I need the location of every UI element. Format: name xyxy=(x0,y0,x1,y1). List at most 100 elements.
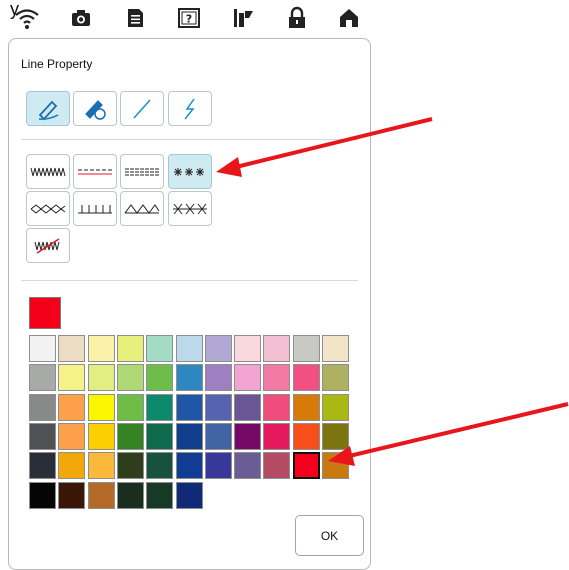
annotation-arrow xyxy=(344,402,569,459)
color-swatch[interactable] xyxy=(234,335,262,362)
diamond-stitch-icon xyxy=(30,203,66,214)
color-swatch[interactable] xyxy=(204,422,232,450)
color-swatch[interactable] xyxy=(116,481,144,509)
color-swatch[interactable] xyxy=(58,335,86,362)
color-swatch[interactable] xyxy=(175,364,203,392)
blanket-stitch-button[interactable] xyxy=(73,191,117,226)
color-swatch[interactable] xyxy=(116,364,144,392)
svg-text:?: ? xyxy=(186,13,192,26)
color-swatch[interactable] xyxy=(292,364,320,392)
color-swatch[interactable] xyxy=(29,452,56,480)
color-swatch[interactable] xyxy=(175,393,203,421)
color-swatch[interactable] xyxy=(87,364,115,392)
color-swatch[interactable] xyxy=(116,452,144,480)
color-swatch[interactable] xyxy=(58,422,86,450)
color-swatch[interactable] xyxy=(87,422,115,450)
color-swatch[interactable] xyxy=(116,335,144,362)
color-swatch[interactable] xyxy=(146,481,174,509)
home-icon[interactable] xyxy=(336,5,362,31)
color-swatch[interactable] xyxy=(29,364,56,392)
embroidery-icon[interactable] xyxy=(230,5,256,31)
pen-circle-icon xyxy=(85,99,106,120)
star-stitch-button[interactable] xyxy=(168,154,212,189)
color-swatch[interactable] xyxy=(58,481,86,509)
zigzag-line-icon xyxy=(184,98,195,119)
color-swatch[interactable] xyxy=(175,422,203,450)
running-stitch-icon xyxy=(78,169,112,174)
cross-stitch-button[interactable] xyxy=(168,191,212,226)
color-swatch[interactable] xyxy=(322,393,349,421)
color-swatch[interactable] xyxy=(146,393,174,421)
current-color-swatch xyxy=(29,297,61,329)
color-swatch[interactable] xyxy=(175,335,203,362)
running-stitch-button[interactable] xyxy=(73,154,117,189)
color-swatch[interactable] xyxy=(175,481,203,509)
color-swatch[interactable] xyxy=(234,393,262,421)
straight-line-tool-button[interactable] xyxy=(120,91,164,126)
help-icon[interactable]: ? xyxy=(176,5,202,31)
color-swatch[interactable] xyxy=(146,364,174,392)
no-stitch-button[interactable] xyxy=(26,228,70,263)
pen-circle-tool-button[interactable] xyxy=(73,91,117,126)
color-swatch[interactable] xyxy=(234,452,262,480)
color-swatch[interactable] xyxy=(263,364,291,392)
color-swatch[interactable] xyxy=(146,452,174,480)
camera-icon[interactable] xyxy=(68,5,94,31)
divider xyxy=(21,280,358,281)
color-swatch[interactable] xyxy=(292,393,320,421)
color-swatch[interactable] xyxy=(263,335,291,362)
triple-stitch-button[interactable] xyxy=(120,154,164,189)
color-swatch[interactable] xyxy=(29,422,56,450)
color-swatch[interactable] xyxy=(87,481,115,509)
blanket-stitch-icon xyxy=(78,204,112,213)
color-swatch[interactable] xyxy=(116,422,144,450)
color-swatch[interactable] xyxy=(292,452,320,480)
color-swatch[interactable] xyxy=(322,452,349,480)
color-swatch[interactable] xyxy=(234,364,262,392)
color-swatch[interactable] xyxy=(322,364,349,392)
dialog-title: Line Property xyxy=(21,57,93,71)
color-swatch[interactable] xyxy=(263,452,291,480)
color-swatch[interactable] xyxy=(116,393,144,421)
triangle-stitch-button[interactable] xyxy=(120,191,164,226)
color-swatch[interactable] xyxy=(29,481,56,509)
pen-icon xyxy=(38,100,59,120)
color-swatch[interactable] xyxy=(292,422,320,450)
color-swatch[interactable] xyxy=(146,335,174,362)
divider xyxy=(21,139,358,140)
color-swatch[interactable] xyxy=(234,422,262,450)
color-swatch[interactable] xyxy=(29,335,56,362)
zigzag-stitch-button[interactable] xyxy=(26,154,70,189)
color-swatch[interactable] xyxy=(322,335,349,362)
color-swatch[interactable] xyxy=(146,422,174,450)
color-swatch[interactable] xyxy=(263,393,291,421)
color-swatch[interactable] xyxy=(87,393,115,421)
wifi-icon[interactable] xyxy=(14,5,40,31)
document-icon[interactable] xyxy=(122,5,148,31)
color-swatch[interactable] xyxy=(29,393,56,421)
ok-button[interactable]: OK xyxy=(295,515,364,556)
color-swatch[interactable] xyxy=(292,335,320,362)
color-swatch[interactable] xyxy=(87,452,115,480)
lock-icon[interactable] xyxy=(284,5,310,31)
color-swatch[interactable] xyxy=(58,393,86,421)
star-stitch-icon xyxy=(174,167,204,176)
color-swatch[interactable] xyxy=(322,422,349,450)
pen-tool-button[interactable] xyxy=(26,91,70,126)
zigzag-stitch-icon xyxy=(30,167,66,176)
color-swatch[interactable] xyxy=(175,452,203,480)
color-swatch[interactable] xyxy=(263,422,291,450)
triangle-stitch-icon xyxy=(124,203,160,214)
zigzag-line-tool-button[interactable] xyxy=(168,91,212,126)
color-swatch[interactable] xyxy=(204,452,232,480)
line-property-dialog: Line Property OK xyxy=(8,38,371,570)
status-bar: ? xyxy=(0,2,370,32)
color-swatch[interactable] xyxy=(58,364,86,392)
color-swatch[interactable] xyxy=(204,364,232,392)
diamond-stitch-button[interactable] xyxy=(26,191,70,226)
color-swatch[interactable] xyxy=(204,335,232,362)
color-swatch[interactable] xyxy=(58,452,86,480)
no-stitch-icon xyxy=(34,237,60,254)
color-swatch[interactable] xyxy=(87,335,115,362)
color-swatch[interactable] xyxy=(204,393,232,421)
